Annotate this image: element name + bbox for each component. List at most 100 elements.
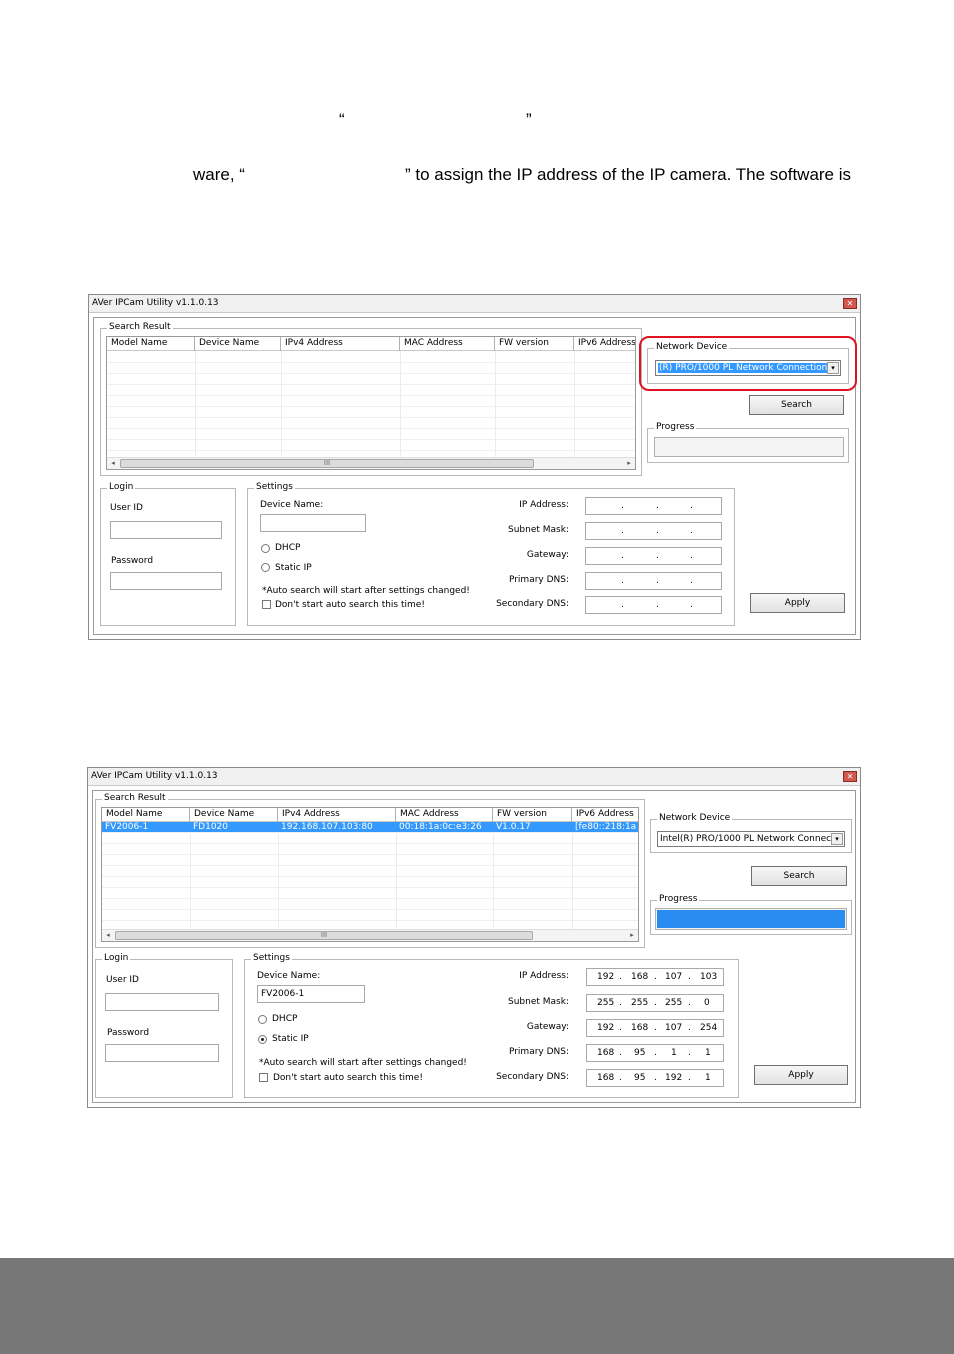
search-result-grid[interactable]: Model Name Device Name IPv4 Address MAC … [101,807,639,942]
window-client-area: Search Result Model Name Device Name IPv… [92,790,856,1103]
chevron-down-icon[interactable]: ▾ [831,833,843,845]
user-id-input[interactable] [105,993,219,1011]
document-line-prefix: ware, “ [193,165,245,184]
subnet-mask-field[interactable]: 255. 255. 255. 0 [586,994,724,1012]
gateway-field[interactable]: ... [585,547,722,565]
table-row[interactable] [102,833,638,844]
search-button[interactable]: Search [751,866,847,886]
primary-dns-label: Primary DNS: [508,575,569,585]
table-row[interactable] [102,844,638,855]
search-result-grid[interactable]: Model Name Device Name IPv4 Address MAC … [106,336,636,470]
progress-label: Progress [657,894,700,904]
table-row[interactable] [107,429,635,440]
horizontal-scrollbar[interactable]: ◂ III ▸ [107,457,635,469]
table-row[interactable] [107,440,635,451]
static-ip-radio[interactable] [258,1035,267,1044]
table-row[interactable] [102,866,638,877]
table-row[interactable] [102,888,638,899]
table-row[interactable] [102,899,638,910]
dhcp-radio[interactable] [261,544,270,553]
dont-start-checkbox[interactable] [262,600,271,609]
progress-fill [657,910,845,928]
grid-header: Model Name Device Name IPv4 Address MAC … [102,808,638,822]
user-id-label: User ID [106,975,139,985]
scroll-thumb[interactable]: III [115,931,533,940]
column-ipv4-address[interactable]: IPv4 Address [278,808,396,822]
table-row[interactable]: FV2006-1 FD1020 192.168.107.103:80 00:18… [102,822,638,833]
subnet-mask-label: Subnet Mask: [508,997,569,1007]
scroll-right-icon[interactable]: ▸ [624,458,634,469]
subnet-mask-field[interactable]: ... [585,522,722,540]
gateway-field[interactable]: 192. 168. 107. 254 [586,1019,724,1037]
chevron-down-icon[interactable]: ▾ [827,362,839,374]
login-label: Login [107,482,136,492]
search-button[interactable]: Search [749,395,844,415]
footer-band [0,1258,954,1354]
window-title: AVer IPCam Utility v1.1.0.13 [91,771,218,781]
primary-dns-label: Primary DNS: [508,1047,569,1057]
horizontal-scrollbar[interactable]: ◂ III ▸ [102,929,638,941]
primary-dns-field[interactable]: ... [585,572,722,590]
dhcp-radio[interactable] [258,1015,267,1024]
window-client-area: Search Result Model Name Device Name IPv… [93,317,857,635]
table-row[interactable] [107,407,635,418]
cell-device-name: FD1020 [193,822,229,832]
scroll-left-icon[interactable]: ◂ [108,458,118,469]
user-id-label: User ID [110,503,143,513]
column-model-name[interactable]: Model Name [102,808,190,822]
column-fw-version[interactable]: FW version [495,337,574,351]
static-ip-radio[interactable] [261,563,270,572]
ip-address-field[interactable]: 192. 168. 107. 103 [586,968,724,986]
device-name-label: Device Name: [257,971,321,981]
column-fw-version[interactable]: FW version [493,808,572,822]
cell-ipv6-address: [fe80::218:1a [575,822,637,832]
column-ipv6-address[interactable]: IPv6 Address [572,808,638,822]
network-device-select[interactable]: (R) PRO/1000 PL Network Connection ▾ [655,360,841,376]
close-icon[interactable]: ✕ [843,298,857,309]
table-row[interactable] [102,877,638,888]
table-row[interactable] [107,385,635,396]
document-quote-open: “ [339,110,345,129]
scroll-thumb[interactable]: III [120,459,534,468]
dont-start-label: Don't start auto search this time! [273,1073,423,1083]
close-icon[interactable]: ✕ [843,771,857,782]
device-name-input[interactable] [260,514,366,532]
dhcp-label: DHCP [275,543,301,553]
scroll-right-icon[interactable]: ▸ [627,930,637,941]
column-mac-address[interactable]: MAC Address [396,808,493,822]
user-id-input[interactable] [110,521,222,539]
password-input[interactable] [105,1044,219,1062]
column-model-name[interactable]: Model Name [107,337,195,351]
ip-address-field[interactable]: ... [585,497,722,515]
network-device-value: (R) PRO/1000 PL Network Connection [658,363,829,373]
secondary-dns-field[interactable]: ... [585,596,722,614]
table-row[interactable] [107,363,635,374]
column-ipv6-address[interactable]: IPv6 Address [574,337,635,351]
table-row[interactable] [107,396,635,407]
table-row[interactable] [107,374,635,385]
settings-label: Settings [251,953,292,963]
apply-button[interactable]: Apply [750,593,845,613]
password-input[interactable] [110,572,222,590]
ip-address-label: IP Address: [519,971,569,981]
table-row[interactable] [107,418,635,429]
network-device-select[interactable]: Intel(R) PRO/1000 PL Network Connec ▾ [657,831,845,847]
secondary-dns-field[interactable]: 168. 95. 192. 1 [586,1069,724,1087]
title-bar: AVer IPCam Utility v1.1.0.13 ✕ [89,295,860,313]
settings-label: Settings [254,482,295,492]
column-device-name[interactable]: Device Name [190,808,278,822]
dont-start-checkbox[interactable] [259,1073,268,1082]
table-row[interactable] [102,855,638,866]
device-name-input[interactable]: FV2006-1 [257,985,365,1003]
column-ipv4-address[interactable]: IPv4 Address [281,337,400,351]
primary-dns-field[interactable]: 168. 95. 1. 1 [586,1044,724,1062]
column-mac-address[interactable]: MAC Address [400,337,495,351]
progress-label: Progress [654,422,697,432]
table-row[interactable] [102,910,638,921]
dont-start-label: Don't start auto search this time! [275,600,425,610]
table-row[interactable] [107,352,635,363]
title-bar: AVer IPCam Utility v1.1.0.13 ✕ [88,768,860,786]
apply-button[interactable]: Apply [754,1065,848,1085]
column-device-name[interactable]: Device Name [195,337,281,351]
scroll-left-icon[interactable]: ◂ [103,930,113,941]
